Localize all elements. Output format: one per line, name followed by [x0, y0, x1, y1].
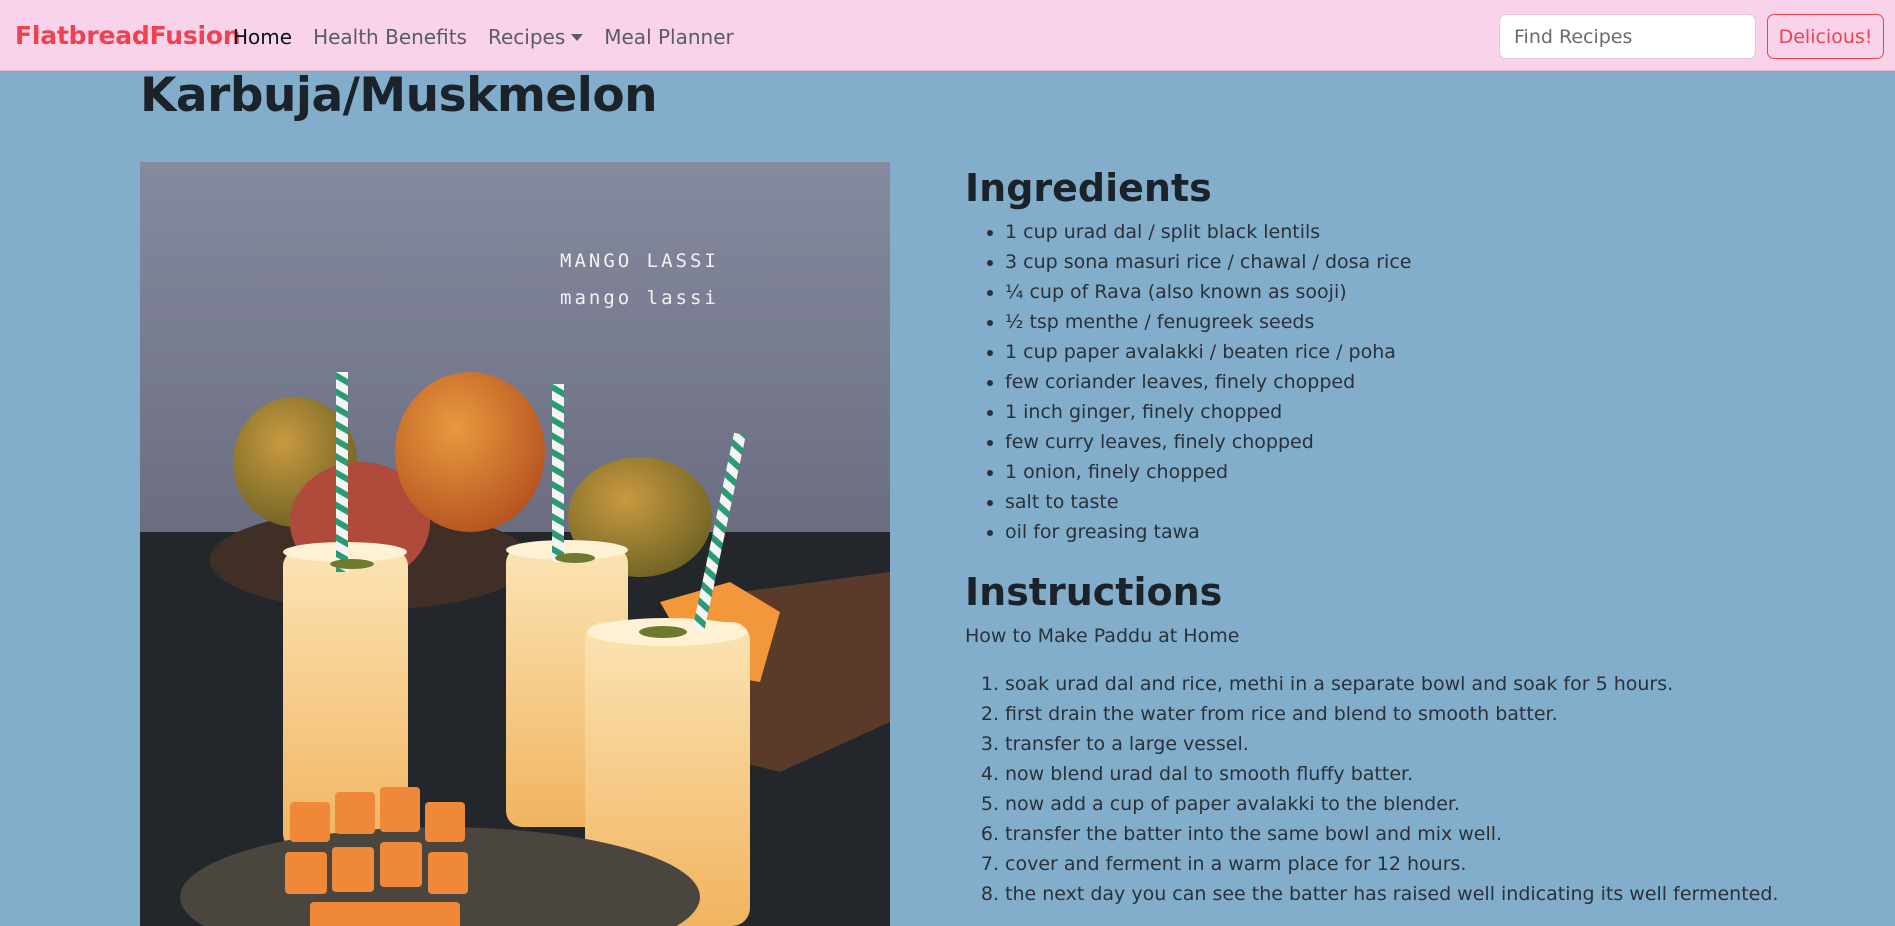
recipe-photo: MANGO LASSI mango lassi — [140, 162, 890, 926]
nav-dropdown-recipes-label: Recipes — [487, 25, 566, 49]
instruction-step: now add a cup of paper avalakki to the b… — [1005, 789, 1865, 819]
instruction-step: transfer to a large vessel. — [1005, 729, 1865, 759]
instruction-step: now blend urad dal to smooth fluffy batt… — [1005, 759, 1865, 789]
search-input[interactable] — [1499, 14, 1756, 59]
ingredients-list: 1 cup urad dal / split black lentils 3 c… — [965, 217, 1865, 547]
ingredient-item: 1 cup paper avalakki / beaten rice / poh… — [1005, 337, 1865, 367]
caret-down-icon — [571, 34, 584, 41]
ingredient-item: 1 inch ginger, finely chopped — [1005, 397, 1865, 427]
nav-link-meal-planner[interactable]: Meal Planner — [604, 25, 733, 49]
instruction-step: cover and ferment in a warm place for 12… — [1005, 849, 1865, 879]
ingredient-item: few coriander leaves, finely chopped — [1005, 367, 1865, 397]
ingredient-item: ¼ cup of Rava (also known as sooji) — [1005, 277, 1865, 307]
nav-dropdown-recipes[interactable]: Recipes — [487, 25, 584, 49]
ingredient-item: few curry leaves, finely chopped — [1005, 427, 1865, 457]
nav-links: Home Health Benefits Recipes Meal Planne… — [233, 25, 755, 49]
navbar: FlatbreadFusion Home Health Benefits Rec… — [0, 0, 1895, 71]
instructions-intro: How to Make Paddu at Home — [965, 625, 1240, 647]
instruction-step: soak urad dal and rice, methi in a separ… — [1005, 669, 1865, 699]
ingredient-item: 1 cup urad dal / split black lentils — [1005, 217, 1865, 247]
instructions-heading: Instructions — [965, 570, 1223, 614]
photo-caption-lower: mango lassi — [560, 287, 719, 309]
ingredient-item: oil for greasing tawa — [1005, 517, 1865, 547]
brand-logo[interactable]: FlatbreadFusion — [15, 21, 241, 50]
recipe-details: Ingredients 1 cup urad dal / split black… — [965, 165, 1865, 909]
nav-link-health-benefits[interactable]: Health Benefits — [313, 25, 467, 49]
nav-link-home[interactable]: Home — [233, 25, 292, 49]
instruction-step: the next day you can see the batter has … — [1005, 879, 1865, 909]
search-button[interactable]: Delicious! — [1767, 14, 1884, 59]
page-title: Karbuja/Muskmelon — [140, 68, 658, 123]
ingredient-item: 1 onion, finely chopped — [1005, 457, 1865, 487]
ingredient-item: 3 cup sona masuri rice / chawal / dosa r… — [1005, 247, 1865, 277]
instruction-step: first drain the water from rice and blen… — [1005, 699, 1865, 729]
instruction-step: transfer the batter into the same bowl a… — [1005, 819, 1865, 849]
photo-caption-upper: MANGO LASSI — [560, 250, 719, 272]
ingredients-heading: Ingredients — [965, 166, 1212, 210]
ingredient-item: salt to taste — [1005, 487, 1865, 517]
ingredient-item: ½ tsp menthe / fenugreek seeds — [1005, 307, 1865, 337]
instructions-steps: soak urad dal and rice, methi in a separ… — [965, 669, 1865, 909]
